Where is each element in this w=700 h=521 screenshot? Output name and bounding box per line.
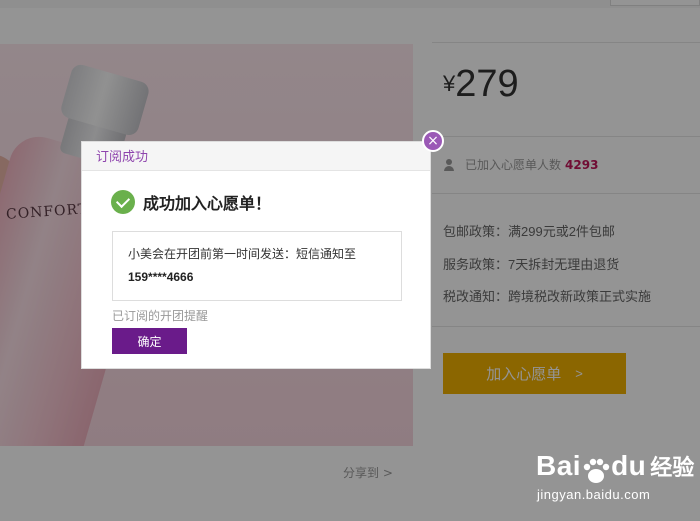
close-icon[interactable]: ×	[422, 130, 444, 152]
dialog-title: 订阅成功	[82, 142, 430, 171]
paw-icon	[583, 458, 610, 483]
notice-text: 小美会在开团前第一时间发送：短信通知至	[128, 247, 357, 261]
subscribed-reminders-link[interactable]: 已订阅的开团提醒	[112, 307, 208, 324]
watermark-logo-text2: du	[611, 450, 647, 481]
notice-box: 小美会在开团前第一时间发送：短信通知至 159****4666	[112, 231, 402, 301]
watermark-url: jingyan.baidu.com	[537, 487, 651, 502]
watermark-suffix: 经验	[650, 456, 695, 481]
success-row: 成功加入心愿单！	[111, 190, 271, 214]
notice-phone: 159****4666	[128, 270, 194, 284]
subscribe-success-dialog: 订阅成功 × 成功加入心愿单！ 小美会在开团前第一时间发送：短信通知至 159*…	[81, 130, 444, 369]
success-message: 成功加入心愿单！	[143, 194, 272, 213]
baidu-watermark: Bai du 经验	[536, 450, 694, 485]
confirm-button[interactable]: 确定	[112, 328, 187, 354]
watermark-logo-text: Bai	[536, 450, 582, 481]
check-circle-icon	[111, 190, 135, 214]
